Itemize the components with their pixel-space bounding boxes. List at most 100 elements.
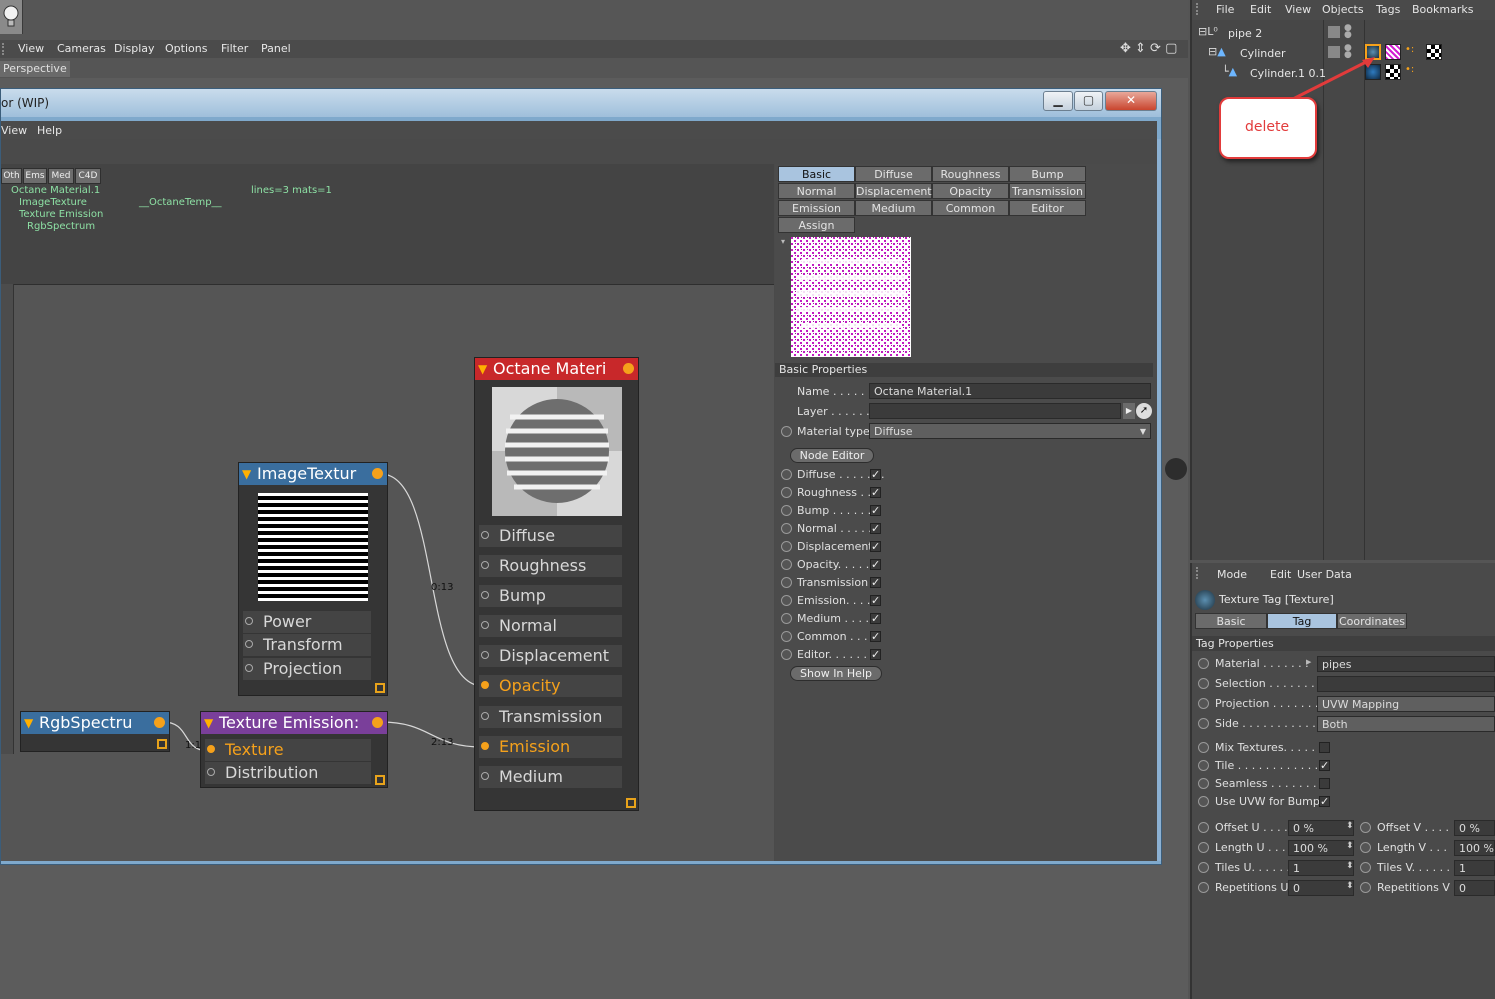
name-field[interactable]: Octane Material.1: [869, 383, 1151, 399]
menu-display[interactable]: Display: [114, 42, 155, 55]
pin-texture[interactable]: Texture: [205, 739, 371, 761]
pin-socket[interactable]: [245, 640, 253, 648]
collapse-triangle-icon[interactable]: ▼: [24, 712, 33, 734]
channel-radio[interactable]: [781, 631, 792, 642]
channel-checkbox[interactable]: ✓: [870, 469, 881, 480]
output-pin[interactable]: [154, 717, 165, 728]
attr-tab-basic[interactable]: Basic: [1195, 613, 1267, 629]
maximize-button[interactable]: ▢: [1074, 91, 1103, 111]
stepper-arrows-icon[interactable]: ⬍: [1346, 821, 1354, 831]
attr-number-field[interactable]: 1: [1454, 860, 1495, 876]
image-texture-node[interactable]: ▼ ImageTextur Power Transform Projection: [238, 462, 388, 696]
node-header[interactable]: ▼ RgbSpectru: [21, 712, 169, 734]
attr-radio[interactable]: [1360, 882, 1371, 893]
preview-expand-icon[interactable]: ▾: [781, 237, 785, 246]
channel-radio[interactable]: [781, 559, 792, 570]
pin-socket[interactable]: [481, 561, 489, 569]
stepper-arrows-icon[interactable]: ⬍: [1346, 881, 1354, 891]
menu-cameras[interactable]: Cameras: [57, 42, 106, 55]
resize-handle-icon[interactable]: [375, 775, 385, 785]
attr-tab-coordinates[interactable]: Coordinates: [1337, 613, 1407, 629]
layer-field[interactable]: [869, 403, 1121, 419]
stepper-arrows-icon[interactable]: ⬍: [1346, 861, 1354, 871]
channel-radio[interactable]: [781, 649, 792, 660]
close-button[interactable]: ✕: [1105, 91, 1157, 111]
prop-tab-assign[interactable]: Assign: [778, 217, 855, 233]
attr-radio[interactable]: [1360, 822, 1371, 833]
am-menu-edit[interactable]: Edit: [1270, 568, 1291, 581]
pin-socket[interactable]: [481, 742, 489, 750]
channel-checkbox[interactable]: ✓: [870, 559, 881, 570]
attr-field[interactable]: pipes: [1317, 656, 1495, 672]
channel-checkbox[interactable]: ✓: [870, 649, 881, 660]
attr-radio[interactable]: [1198, 742, 1209, 753]
am-menu-user-data[interactable]: User Data: [1297, 568, 1352, 581]
attr-radio[interactable]: [1198, 760, 1209, 771]
prop-tab-diffuse[interactable]: Diffuse: [855, 166, 932, 182]
pin-transmission[interactable]: Transmission: [479, 706, 622, 728]
prop-tab-normal[interactable]: Normal: [778, 183, 855, 199]
pin-opacity[interactable]: Opacity: [479, 675, 622, 697]
channel-checkbox[interactable]: ✓: [870, 595, 881, 606]
material-type-dropdown[interactable]: Diffuse ▼: [869, 423, 1151, 439]
prop-tab-editor[interactable]: Editor: [1009, 200, 1086, 216]
viewport-nav-icons[interactable]: ✥ ⇕ ⟳ ▢: [1120, 41, 1177, 56]
channel-checkbox[interactable]: ✓: [870, 613, 881, 624]
attr-radio[interactable]: [1198, 796, 1209, 807]
prop-tab-transmission[interactable]: Transmission: [1009, 183, 1086, 199]
pin-socket[interactable]: [207, 745, 215, 753]
lightbulb-icon[interactable]: [0, 0, 23, 34]
pin-power[interactable]: Power: [243, 611, 371, 633]
attr-number-field[interactable]: 0 %: [1288, 820, 1354, 836]
collapse-triangle-icon[interactable]: ▼: [478, 358, 487, 380]
pin-socket[interactable]: [481, 531, 489, 539]
prop-tab-medium[interactable]: Medium: [855, 200, 932, 216]
channel-checkbox[interactable]: ✓: [870, 505, 881, 516]
channel-radio[interactable]: [781, 595, 792, 606]
attr-radio[interactable]: [1198, 862, 1209, 873]
resize-handle-icon[interactable]: [375, 683, 385, 693]
node-header[interactable]: ▼ Texture Emission:: [201, 712, 387, 734]
pin-emission[interactable]: Emission: [479, 736, 622, 758]
pin-socket[interactable]: [481, 681, 489, 689]
channel-radio[interactable]: [781, 613, 792, 624]
menu-options[interactable]: Options: [165, 42, 207, 55]
channel-checkbox[interactable]: ✓: [870, 487, 881, 498]
attr-checkbox[interactable]: ✓: [1319, 760, 1330, 771]
output-pin[interactable]: [372, 468, 383, 479]
rgb-spectrum-node[interactable]: ▼ RgbSpectru: [20, 711, 170, 752]
attr-radio[interactable]: [1198, 698, 1209, 709]
menu-filter[interactable]: Filter: [221, 42, 248, 55]
channel-radio[interactable]: [781, 577, 792, 588]
menu-view[interactable]: View: [18, 42, 44, 55]
octane-material-node[interactable]: ▼ Octane Materi Diffuse Roughness Bump N…: [474, 357, 639, 811]
channel-radio[interactable]: [781, 523, 792, 534]
attr-checkbox[interactable]: ✓: [1319, 796, 1330, 807]
node-graph[interactable]: Oth Ems Med C4D Octane Material.1 ImageT…: [1, 164, 774, 861]
pin-socket[interactable]: [245, 617, 253, 625]
prop-tab-basic[interactable]: Basic: [778, 166, 855, 182]
pin-roughness[interactable]: Roughness: [479, 555, 622, 577]
material-type-radio[interactable]: [781, 426, 792, 437]
layer-arrow-icon[interactable]: ▶: [1123, 403, 1135, 419]
channel-radio[interactable]: [781, 487, 792, 498]
pin-distribution[interactable]: Distribution: [205, 762, 371, 784]
node-editor-button[interactable]: Node Editor: [790, 448, 874, 463]
pin-socket[interactable]: [481, 712, 489, 720]
resize-handle-icon[interactable]: [626, 798, 636, 808]
am-menu-mode[interactable]: Mode: [1217, 568, 1247, 581]
pin-bump[interactable]: Bump: [479, 585, 622, 607]
attr-number-field[interactable]: 0 %: [1454, 820, 1495, 836]
pick-cursor-icon[interactable]: ➚: [1136, 403, 1152, 419]
pin-socket[interactable]: [481, 651, 489, 659]
pin-socket[interactable]: [245, 664, 253, 672]
pin-socket[interactable]: [207, 768, 215, 776]
attr-field[interactable]: UVW Mapping: [1317, 696, 1495, 712]
ne-menu-view[interactable]: View: [1, 124, 27, 137]
attr-radio[interactable]: [1198, 822, 1209, 833]
channel-radio[interactable]: [781, 469, 792, 480]
pin-projection[interactable]: Projection: [243, 658, 371, 680]
texture-emission-node[interactable]: ▼ Texture Emission: Texture Distribution: [200, 711, 388, 788]
collapse-triangle-icon[interactable]: ▼: [242, 463, 251, 485]
pin-socket[interactable]: [481, 621, 489, 629]
